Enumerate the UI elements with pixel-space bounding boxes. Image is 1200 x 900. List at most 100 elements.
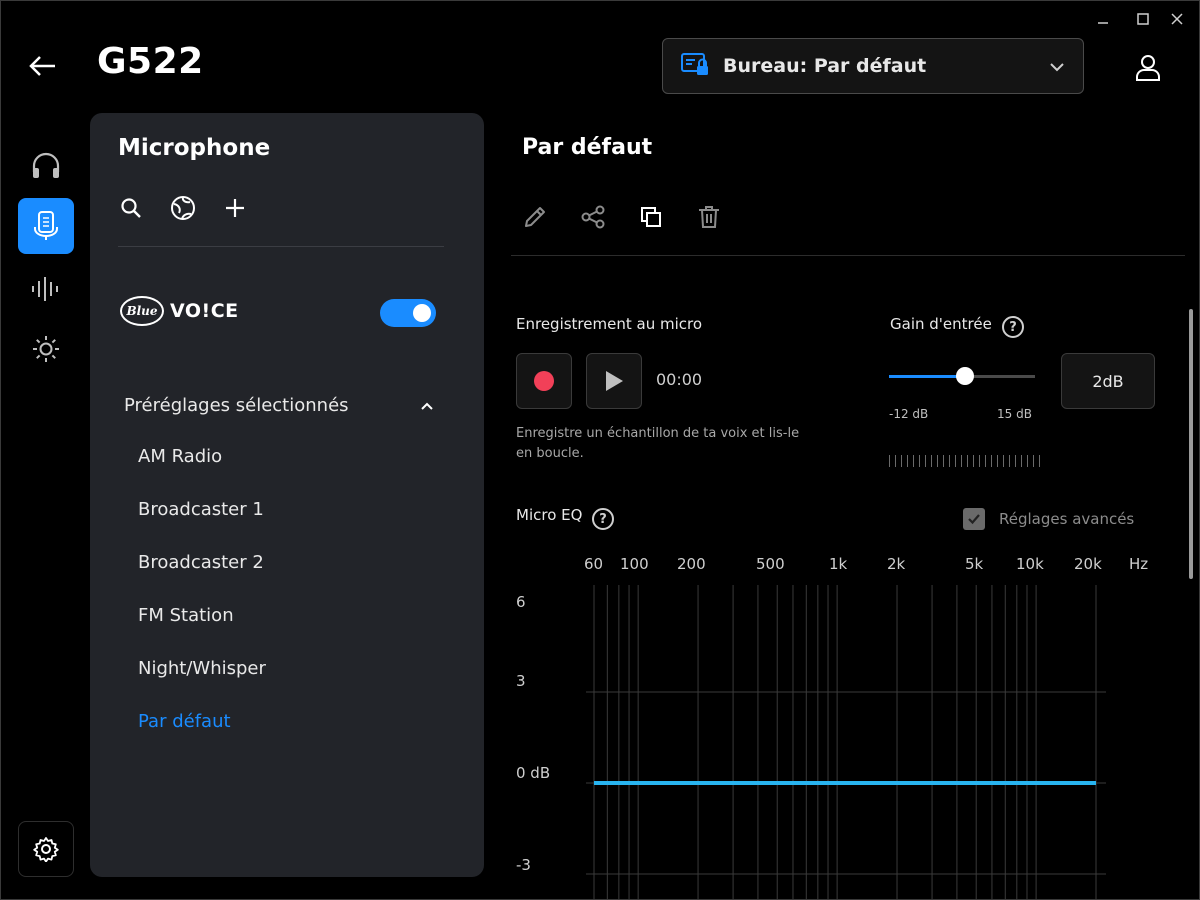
presets-header[interactable]: Préréglages sélectionnés: [124, 395, 434, 416]
blue-logo: Blue: [120, 296, 164, 326]
maximize-icon[interactable]: [1131, 9, 1155, 29]
profile-dropdown[interactable]: Bureau: Par défaut: [662, 38, 1084, 94]
settings-gear-icon[interactable]: [18, 821, 74, 877]
freq-label: 100: [620, 555, 649, 573]
meter-tick: [949, 455, 950, 467]
meter-tick: [1009, 455, 1010, 467]
eq-graph[interactable]: [586, 585, 1106, 900]
profile-label: Bureau: Par défaut: [723, 55, 927, 77]
record-button[interactable]: [516, 353, 572, 409]
meter-tick: [973, 455, 974, 467]
meter-tick: [925, 455, 926, 467]
checkbox-check-icon: [963, 508, 985, 530]
gain-label: Gain d'entrée: [890, 315, 992, 333]
input-level-meter: [889, 455, 1040, 467]
gain-slider-thumb[interactable]: [955, 367, 974, 385]
meter-tick: [985, 455, 986, 467]
blue-voice-text: VO!CE: [170, 300, 239, 322]
gain-min-label: -12 dB: [889, 407, 929, 421]
meter-tick: [1033, 455, 1034, 467]
preset-item[interactable]: Broadcaster 1: [138, 499, 264, 520]
meter-tick: [979, 455, 980, 467]
meter-tick: [955, 455, 956, 467]
minimize-icon[interactable]: [1091, 9, 1115, 29]
vertical-scrollbar[interactable]: [1189, 309, 1193, 579]
preset-item[interactable]: Broadcaster 2: [138, 552, 264, 573]
eq-help-icon[interactable]: ?: [592, 508, 614, 530]
meter-tick: [997, 455, 998, 467]
meter-tick: [1021, 455, 1022, 467]
community-globe-icon[interactable]: [170, 195, 196, 221]
device-title: G522: [97, 41, 204, 82]
meter-tick: [1039, 455, 1040, 467]
chevron-up-icon: [420, 396, 434, 415]
close-icon[interactable]: [1165, 9, 1189, 29]
microphone-icon[interactable]: [18, 198, 74, 254]
freq-label: 2k: [887, 555, 906, 573]
recording-time: 00:00: [656, 370, 703, 389]
meter-tick: [931, 455, 932, 467]
gain-slider[interactable]: [889, 367, 1035, 385]
blue-voice-toggle[interactable]: [380, 299, 436, 327]
presets-header-label: Préréglages sélectionnés: [124, 395, 349, 416]
freq-label: 5k: [965, 555, 984, 573]
preset-item[interactable]: Night/Whisper: [138, 658, 266, 679]
search-icon[interactable]: [118, 195, 144, 221]
share-icon[interactable]: [579, 203, 607, 231]
app-window: G522 Bureau: Par défaut Microphone Blue …: [0, 0, 1200, 900]
db-label: 6: [516, 593, 526, 611]
freq-unit-label: Hz: [1129, 555, 1149, 573]
microphone-panel: Microphone Blue VO!CE Préréglages sélect…: [90, 113, 484, 877]
freq-label: 10k: [1016, 555, 1044, 573]
meter-tick: [901, 455, 902, 467]
back-arrow-icon[interactable]: [25, 51, 61, 81]
delete-trash-icon[interactable]: [695, 203, 723, 231]
db-label: -3: [516, 856, 531, 874]
preset-item-selected[interactable]: Par défaut: [138, 711, 231, 732]
meter-tick: [937, 455, 938, 467]
edit-pencil-icon[interactable]: [521, 203, 549, 231]
duplicate-icon[interactable]: [637, 203, 665, 231]
meter-tick: [991, 455, 992, 467]
record-icon: [534, 371, 554, 391]
freq-label: 500: [756, 555, 785, 573]
gain-slider-fill: [889, 375, 965, 378]
user-icon[interactable]: [1133, 53, 1163, 83]
advanced-settings-label: Réglages avancés: [999, 510, 1135, 528]
gain-help-icon[interactable]: ?: [1002, 316, 1024, 338]
chevron-down-icon: [1049, 57, 1065, 76]
blue-voice-logo: Blue VO!CE: [120, 296, 239, 326]
db-label: 3: [516, 672, 526, 690]
headphones-icon[interactable]: [18, 137, 74, 193]
eq-label: Micro EQ: [516, 506, 583, 524]
equalizer-icon[interactable]: [18, 261, 74, 317]
db-label: 0 dB: [516, 764, 551, 782]
gain-value-field[interactable]: 2dB: [1061, 353, 1155, 409]
play-button[interactable]: [586, 353, 642, 409]
meter-tick: [913, 455, 914, 467]
recording-description: Enregistre un échantillon de ta voix et …: [516, 426, 800, 461]
meter-tick: [943, 455, 944, 467]
panel-divider: [118, 246, 444, 247]
preset-item[interactable]: FM Station: [138, 605, 234, 626]
profile-lock-icon: [681, 52, 709, 80]
add-icon[interactable]: [222, 195, 248, 221]
freq-label: 60: [584, 555, 604, 573]
meter-tick: [1015, 455, 1016, 467]
lighting-icon[interactable]: [18, 321, 74, 377]
meter-tick: [919, 455, 920, 467]
meter-tick: [961, 455, 962, 467]
recording-label: Enregistrement au micro: [516, 315, 703, 333]
toggle-knob: [413, 304, 431, 322]
content-divider: [511, 255, 1185, 256]
preset-item[interactable]: AM Radio: [138, 446, 222, 467]
advanced-settings-checkbox[interactable]: Réglages avancés: [963, 508, 1134, 530]
preset-title: Par défaut: [522, 135, 653, 160]
meter-tick: [967, 455, 968, 467]
panel-title: Microphone: [118, 135, 271, 161]
meter-tick: [1027, 455, 1028, 467]
meter-tick: [1003, 455, 1004, 467]
meter-tick: [889, 455, 890, 467]
meter-tick: [895, 455, 896, 467]
freq-label: 20k: [1074, 555, 1102, 573]
